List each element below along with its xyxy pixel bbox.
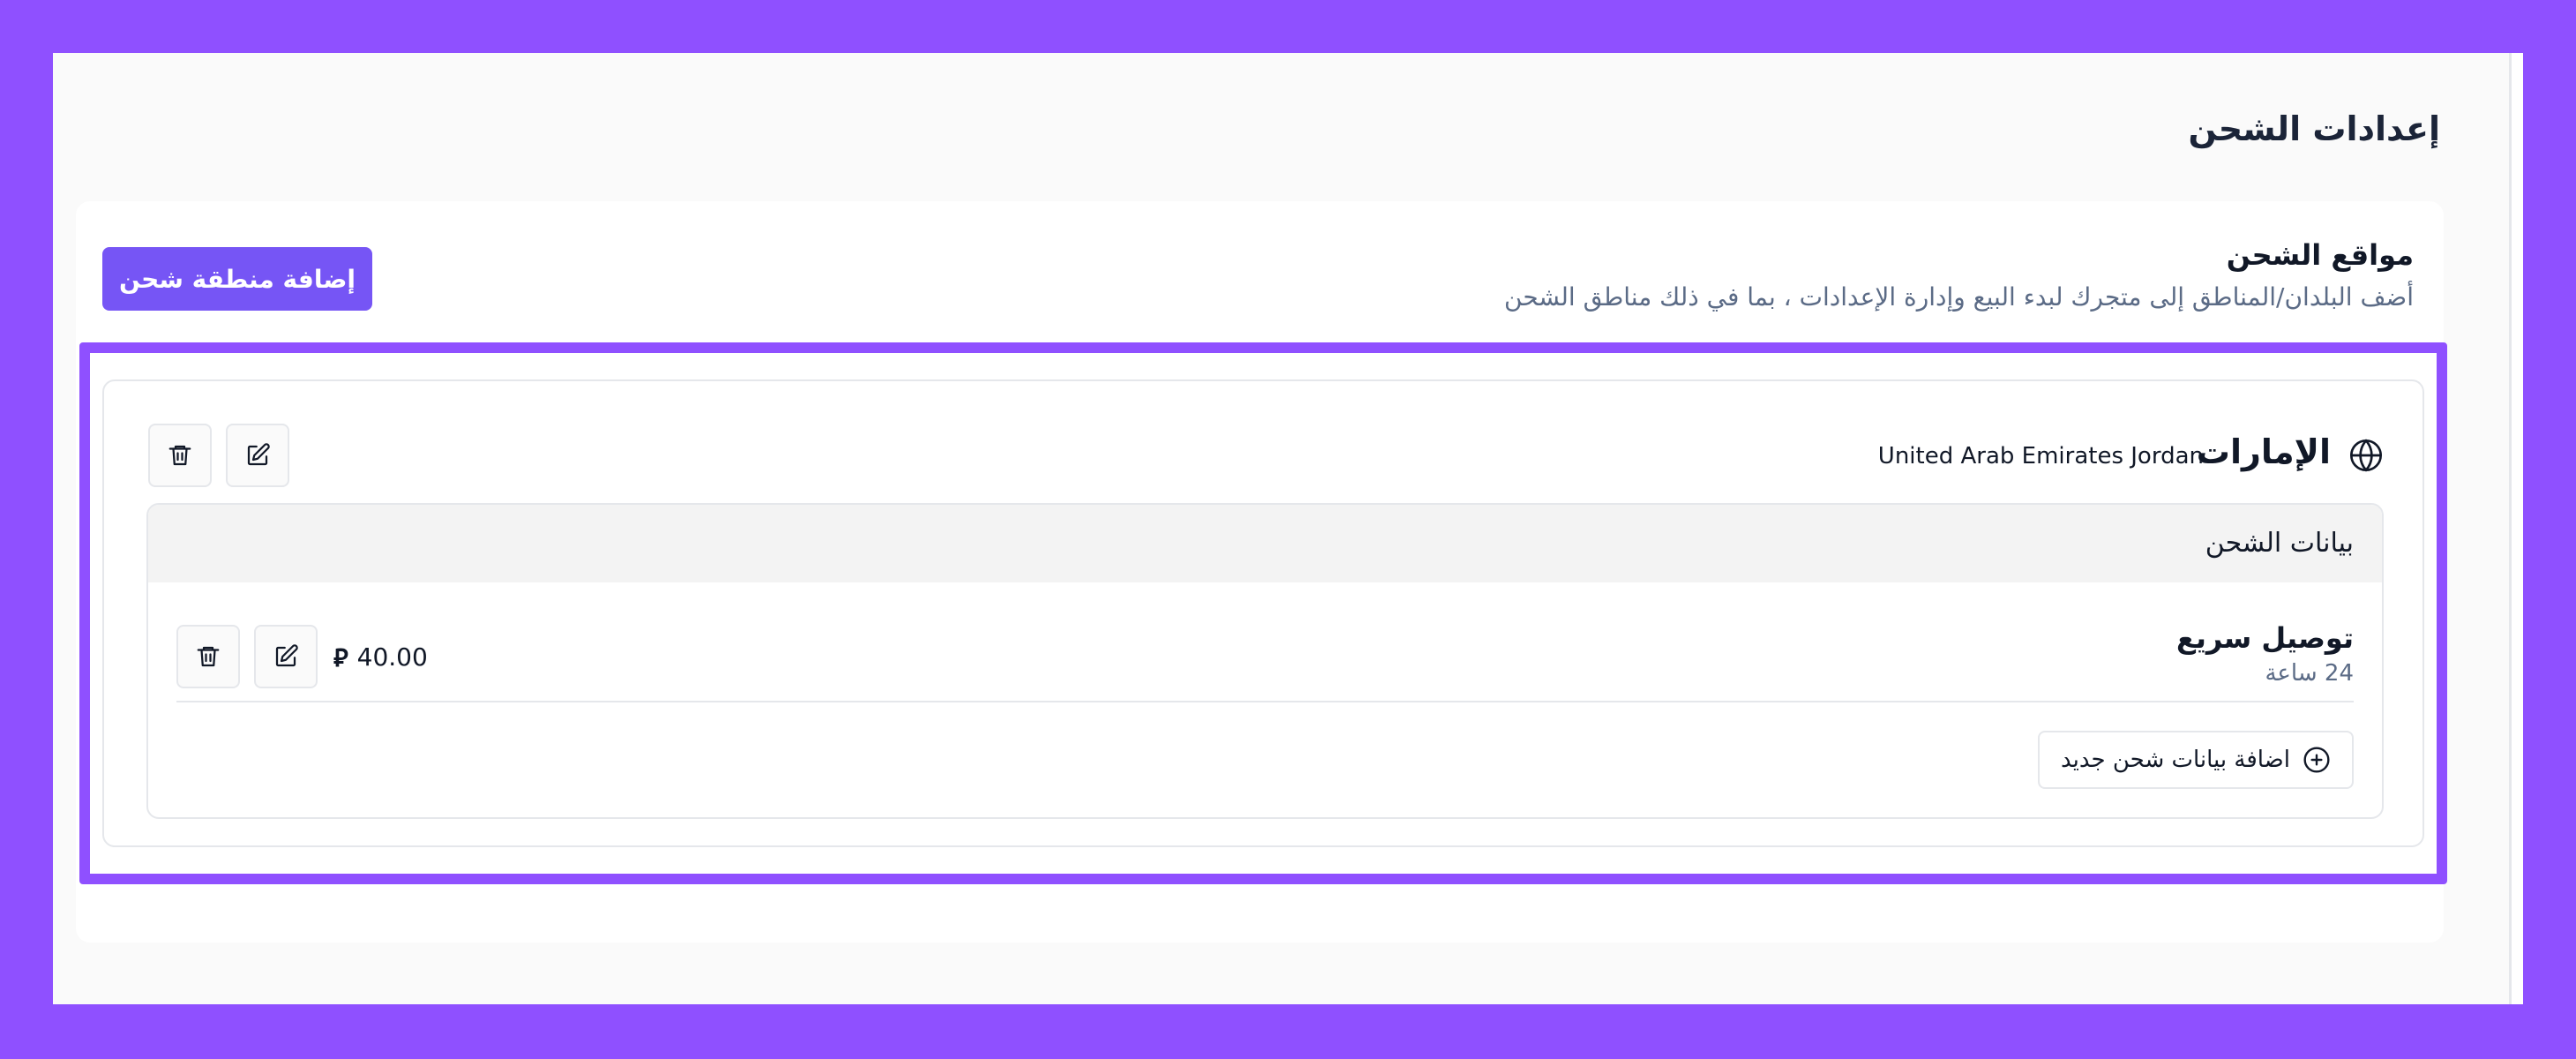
rate-name: توصيل سريع bbox=[2175, 621, 2354, 655]
edit-icon bbox=[275, 644, 298, 667]
shipping-locations-subtitle: أضف البلدان/المناطق إلى متجرك لبدء البيع… bbox=[1504, 282, 2414, 312]
scrollbar-track[interactable] bbox=[2509, 53, 2523, 1004]
trash-icon bbox=[197, 646, 220, 667]
add-shipping-rate-label: اضافة بيانات شحن جديد bbox=[2061, 747, 2290, 773]
zone-name: الإمارات bbox=[2196, 432, 2331, 471]
shipping-data-header: بيانات الشحن bbox=[148, 505, 2382, 582]
page-title: إعدادات الشحن bbox=[2188, 109, 2440, 148]
shipping-zone-card: الإمارات United Arab Emirates Jordan بيا… bbox=[102, 379, 2424, 847]
delete-zone-button[interactable] bbox=[148, 424, 212, 487]
shipping-locations-title: مواقع الشحن bbox=[2226, 238, 2414, 272]
zone-header: الإمارات United Arab Emirates Jordan bbox=[104, 424, 2422, 487]
rate-duration: 24 ساعة bbox=[2265, 660, 2354, 687]
plus-circle-icon bbox=[2303, 747, 2330, 773]
zone-highlight-frame: الإمارات United Arab Emirates Jordan بيا… bbox=[79, 342, 2447, 884]
delete-rate-button[interactable] bbox=[176, 625, 240, 688]
edit-zone-button[interactable] bbox=[226, 424, 289, 487]
shipping-rate-row: توصيل سريع 24 ساعة ⃁ 40.00 bbox=[176, 582, 2354, 702]
rate-price: ⃁ 40.00 bbox=[333, 641, 428, 673]
main-panel: إعدادات الشحن مواقع الشحن أضف البلدان/ال… bbox=[53, 53, 2523, 1004]
rate-price-value: 40.00 bbox=[356, 642, 428, 672]
shipping-data-title: بيانات الشحن bbox=[2205, 528, 2354, 559]
currency-symbol: ⃁ bbox=[333, 643, 348, 672]
trash-icon bbox=[168, 445, 191, 466]
globe-icon bbox=[2348, 438, 2384, 473]
edit-icon bbox=[247, 443, 270, 466]
add-shipping-zone-button[interactable]: إضافة منطقة شحن bbox=[102, 247, 372, 311]
shipping-data-section: بيانات الشحن توصيل سريع 24 ساعة ⃁ 40.00 bbox=[146, 503, 2384, 819]
zone-countries: United Arab Emirates Jordan bbox=[1877, 443, 2204, 469]
edit-rate-button[interactable] bbox=[254, 625, 318, 688]
add-shipping-rate-button[interactable]: اضافة بيانات شحن جديد bbox=[2038, 731, 2354, 789]
